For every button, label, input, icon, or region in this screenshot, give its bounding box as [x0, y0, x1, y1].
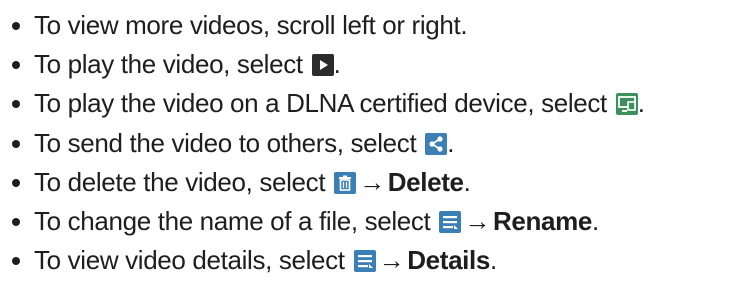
item-period: .	[637, 88, 645, 119]
list-item: To view video details, select → Details.	[0, 241, 754, 280]
item-text: To view video details, select	[34, 245, 352, 276]
bullet-list: To view more videos, scroll left or righ…	[0, 6, 754, 280]
arrow-symbol: →	[359, 166, 385, 197]
item-text: To change the name of a file, select	[34, 205, 438, 236]
action-label-rename: Rename	[492, 205, 593, 236]
share-icon	[425, 132, 448, 155]
arrow-symbol: →	[378, 245, 405, 276]
play-icon	[311, 54, 334, 77]
list-item: To delete the video, select → Delete.	[0, 163, 754, 202]
list-item: To send the video to others, select .	[0, 124, 754, 163]
item-text: To delete the video, select	[34, 166, 333, 197]
item-text: To play the video, select	[34, 49, 310, 80]
item-period: .	[490, 245, 497, 276]
document-page: To view more videos, scroll left or righ…	[0, 0, 754, 288]
list-item: To view more videos, scroll left or righ…	[0, 6, 754, 45]
trash-icon	[334, 171, 357, 194]
item-period: .	[463, 166, 471, 197]
item-text: To play the video on a DLNA certified de…	[34, 88, 614, 119]
dlna-device-icon	[615, 93, 638, 116]
menu-icon	[353, 250, 376, 273]
item-period: .	[333, 49, 341, 80]
action-label-delete: Delete	[387, 166, 464, 197]
item-period: .	[592, 205, 599, 236]
list-item: To play the video on a DLNA certified de…	[0, 84, 754, 123]
item-text: To view more videos, scroll left or righ…	[34, 10, 468, 40]
list-item: To play the video, select .	[0, 45, 754, 84]
item-text: To send the video to others, select	[34, 127, 424, 158]
arrow-symbol: →	[464, 205, 490, 236]
item-period: .	[447, 127, 455, 158]
action-label-details: Details	[407, 245, 491, 276]
menu-icon	[439, 210, 462, 233]
list-item: To change the name of a file, select → Re…	[0, 202, 754, 241]
